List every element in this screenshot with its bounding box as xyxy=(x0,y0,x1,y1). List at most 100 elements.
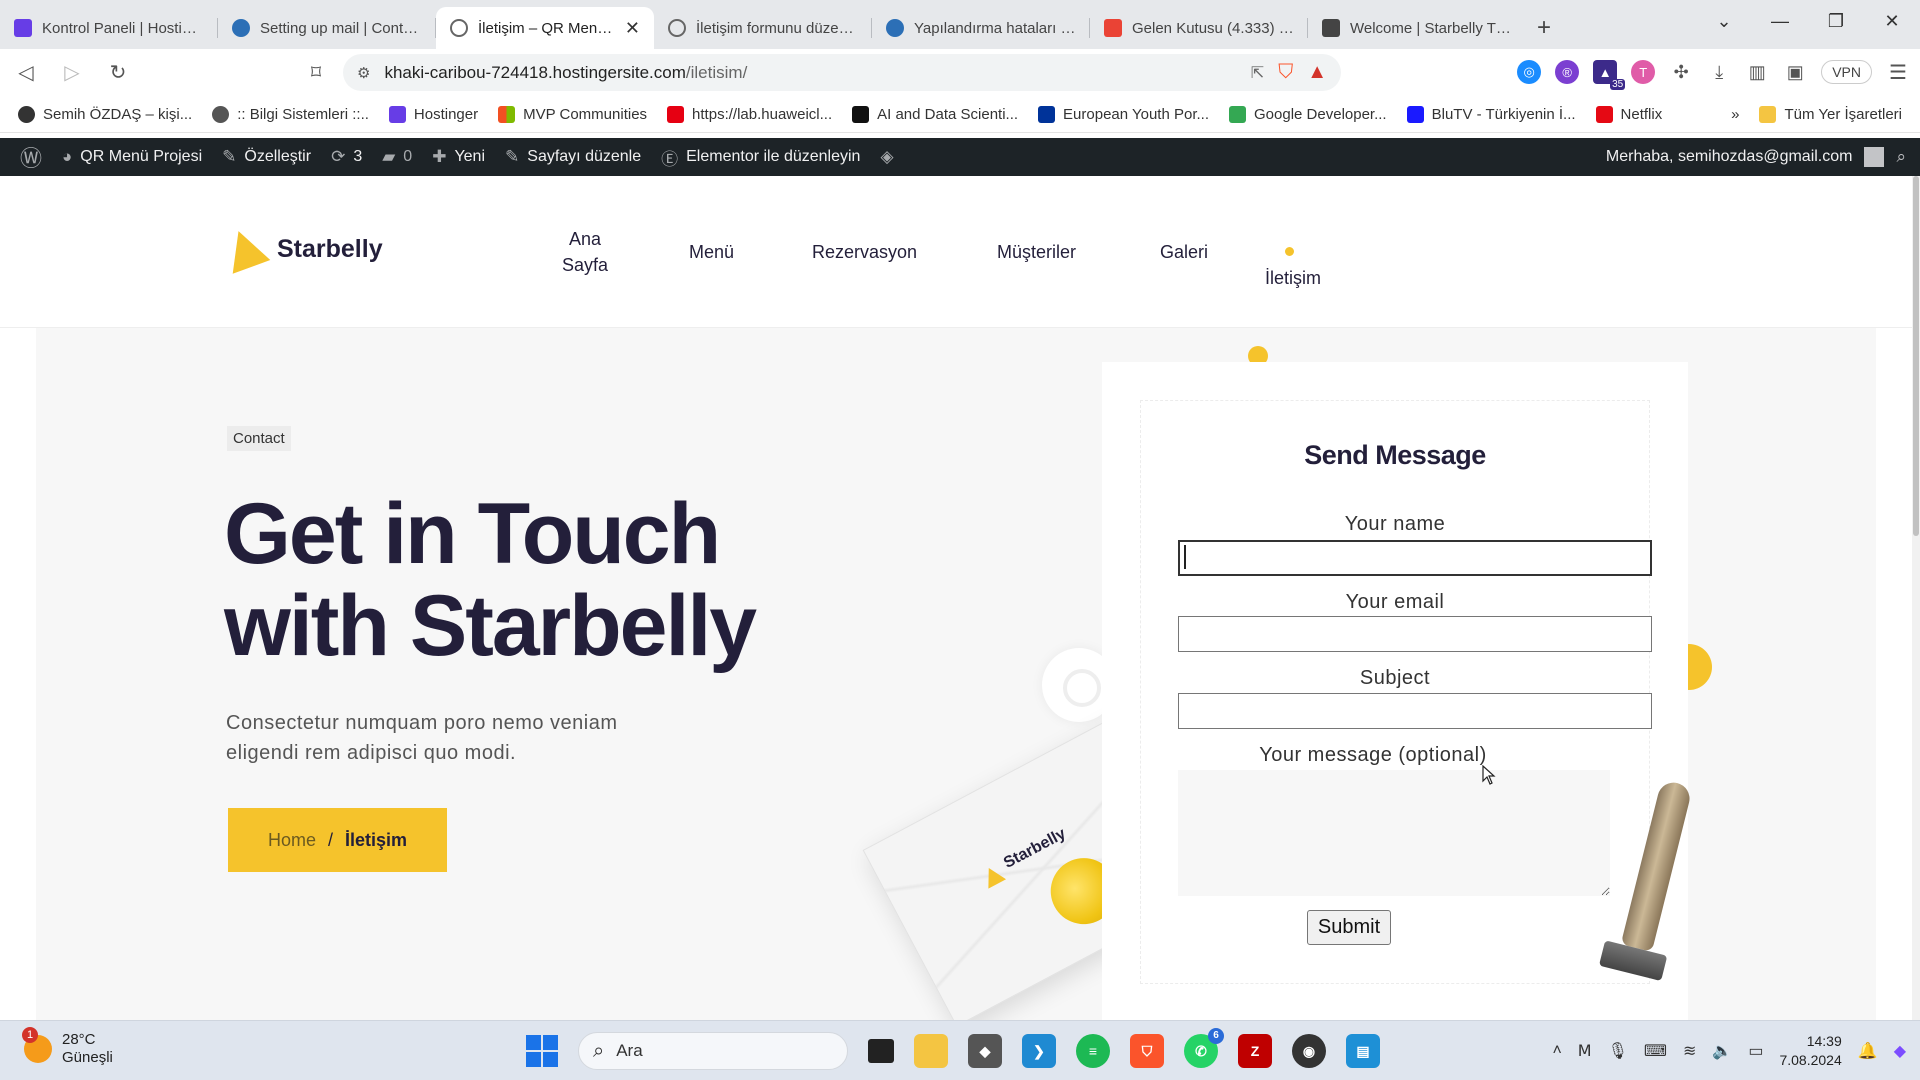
wallet-icon[interactable]: ▣ xyxy=(1783,60,1807,84)
wp-new-link[interactable]: ✚ Yeni xyxy=(422,147,495,167)
address-bar[interactable]: ⚙ khaki-caribou-724418.hostingersite.com… xyxy=(343,54,1341,91)
bookmark-item[interactable]: Google Developer... xyxy=(1229,105,1387,123)
download-icon[interactable]: ⤓ xyxy=(1707,60,1731,84)
message-textarea[interactable] xyxy=(1178,770,1610,896)
minimize-button[interactable]: — xyxy=(1752,11,1808,32)
file-explorer-icon[interactable] xyxy=(914,1034,948,1068)
vscode-icon[interactable]: ❯ xyxy=(1022,1034,1056,1068)
tray-app-icon[interactable]: Ⅿ xyxy=(1578,1041,1592,1061)
keyboard-icon[interactable]: ⌨ xyxy=(1644,1041,1667,1061)
bookmark-item[interactable]: Hostinger xyxy=(388,105,478,123)
notepad-icon[interactable]: ▤ xyxy=(1346,1034,1380,1068)
all-bookmarks-folder[interactable]: Tüm Yer İşaretleri xyxy=(1759,106,1902,123)
bookmark-item[interactable]: AI and Data Scienti... xyxy=(852,105,1018,123)
brave-rewards-icon[interactable]: ▲ xyxy=(1307,61,1327,84)
browser-tab[interactable]: Gelen Kutusu (4.333) - se xyxy=(1090,7,1308,49)
browser-tab[interactable]: Welcome | Starbelly Them xyxy=(1308,7,1526,49)
brave-shield-icon[interactable]: ⛉ xyxy=(1278,61,1293,84)
extension-icon[interactable]: ® xyxy=(1555,60,1580,84)
extension-icon[interactable]: ◎ xyxy=(1517,60,1542,84)
notification-icon[interactable]: 🔔 xyxy=(1858,1041,1878,1061)
menu-icon[interactable]: ☰ xyxy=(1886,60,1910,84)
brush-icon: ✎ xyxy=(222,147,237,166)
volume-icon[interactable]: 🔈 xyxy=(1712,1041,1732,1061)
url-text[interactable]: khaki-caribou-724418.hostingersite.com/i… xyxy=(384,63,1236,83)
wp-account[interactable]: Merhaba, semihozdas@gmail.com ⌕ xyxy=(1606,138,1920,176)
bookmark-item[interactable]: Semih ÖZDAŞ – kişi... xyxy=(18,105,192,123)
diamond-icon[interactable]: ◈ xyxy=(870,147,903,167)
clock[interactable]: 14:39 7.08.2024 xyxy=(1779,1032,1841,1070)
system-tray: ˄ Ⅿ 🎙 ⌨ ≋ 🔈 ▭ 14:39 7.08.2024 🔔 ◆ xyxy=(1552,1021,1920,1080)
browser-tab-active[interactable]: İletişim – QR Menü Projesi ✕ xyxy=(436,7,654,49)
copilot-icon[interactable]: ◆ xyxy=(1894,1041,1906,1061)
weather-widget[interactable]: 1 28°C Güneşli xyxy=(22,1027,113,1067)
email-input[interactable] xyxy=(1178,616,1652,652)
taskbar-search[interactable]: ⌕ Ara xyxy=(578,1032,848,1070)
scrollbar-thumb[interactable] xyxy=(1913,176,1919,536)
vpn-button[interactable]: VPN xyxy=(1821,60,1872,84)
wp-customize-link[interactable]: ✎ Özelleştir xyxy=(212,147,321,167)
bookmark-item[interactable]: BluTV - Türkiyenin İ... xyxy=(1406,105,1576,123)
extension-icon[interactable]: T xyxy=(1631,60,1656,84)
browser-tab[interactable]: Yapılandırma hataları nas xyxy=(872,7,1090,49)
bookmark-favicon xyxy=(1406,105,1424,123)
page-scrollbar[interactable] xyxy=(1912,176,1920,1020)
breadcrumb-home[interactable]: Home xyxy=(268,830,316,851)
bookmark-label: Google Developer... xyxy=(1254,105,1387,123)
sidebar-icon[interactable]: ▥ xyxy=(1745,60,1769,84)
whatsapp-icon[interactable]: ✆ 6 xyxy=(1184,1028,1224,1068)
virtualbox-icon[interactable]: ◆ xyxy=(968,1034,1002,1068)
subject-input[interactable] xyxy=(1178,693,1652,729)
wordpress-logo-icon[interactable]: Ⓦ xyxy=(10,141,52,173)
more-bookmarks-button[interactable]: » xyxy=(1731,106,1739,123)
wp-site-link[interactable]: ◕ QR Menü Projesi xyxy=(52,147,212,167)
maximize-button[interactable]: ❐ xyxy=(1808,11,1864,32)
browser-tab[interactable]: Kontrol Paneli | Hostinger xyxy=(0,7,218,49)
filezilla-icon[interactable]: Z xyxy=(1238,1034,1272,1068)
tab-search-icon[interactable]: ⌄ xyxy=(1696,11,1752,32)
nav-home[interactable]: Ana Sayfa xyxy=(552,226,618,278)
nav-customers[interactable]: Müşteriler xyxy=(997,239,1076,265)
nav-menu[interactable]: Menü xyxy=(689,239,734,265)
close-window-button[interactable]: ✕ xyxy=(1864,11,1920,32)
bookmark-item[interactable]: European Youth Por... xyxy=(1038,105,1209,123)
wp-edit-page-label: Sayfayı düzenle xyxy=(527,148,642,165)
bookmark-icon[interactable]: ⌑ xyxy=(296,60,336,85)
close-tab-icon[interactable]: ✕ xyxy=(625,18,640,39)
submit-button[interactable]: Submit xyxy=(1307,910,1391,945)
microphone-icon[interactable]: 🎙 xyxy=(1608,1041,1628,1061)
nav-contact-active[interactable]: İletişim xyxy=(1265,239,1321,291)
battery-icon[interactable]: ▭ xyxy=(1748,1041,1763,1061)
wifi-icon[interactable]: ≋ xyxy=(1683,1041,1696,1061)
site-logo[interactable]: Starbelly xyxy=(219,224,383,274)
chevron-up-icon[interactable]: ˄ xyxy=(1552,1042,1561,1060)
share-icon[interactable]: ⇱ xyxy=(1251,63,1264,83)
nav-gallery[interactable]: Galeri xyxy=(1160,239,1208,265)
wp-elementor-link[interactable]: Ⓔ Elementor ile düzenleyin xyxy=(651,145,870,170)
brave-icon[interactable]: ⛉ xyxy=(1130,1034,1164,1068)
wp-comments-link[interactable]: ▰ 0 xyxy=(372,147,422,167)
wp-edit-page-link[interactable]: ✎ Sayfayı düzenle xyxy=(495,147,651,167)
name-input[interactable] xyxy=(1178,540,1652,576)
new-tab-button[interactable]: + xyxy=(1526,7,1562,49)
extension-icon[interactable]: ▲ 35 xyxy=(1593,60,1626,90)
bookmark-item[interactable]: https://lab.huaweicl... xyxy=(667,105,832,123)
reload-icon[interactable]: ↻ xyxy=(98,60,138,85)
spotify-icon[interactable]: ≡ xyxy=(1076,1034,1110,1068)
bookmark-item[interactable]: Netflix xyxy=(1595,105,1662,123)
wp-updates-link[interactable]: ⟳ 3 xyxy=(321,147,372,167)
search-icon[interactable]: ⌕ xyxy=(1896,147,1906,167)
bookmark-item[interactable]: MVP Communities xyxy=(498,105,647,123)
browser-tab[interactable]: Setting up mail | Contact xyxy=(218,7,436,49)
puzzle-icon[interactable]: ✣ xyxy=(1669,60,1693,84)
windows-start-icon[interactable] xyxy=(526,1035,558,1067)
task-view-icon[interactable] xyxy=(868,1039,894,1063)
site-info-icon[interactable]: ⚙ xyxy=(357,64,370,82)
forward-icon[interactable]: ▷ xyxy=(52,60,92,85)
obs-icon[interactable]: ◉ xyxy=(1292,1034,1326,1068)
theme-icon xyxy=(1322,19,1340,37)
back-icon[interactable]: ◁ xyxy=(6,60,46,85)
nav-reservation[interactable]: Rezervasyon xyxy=(812,239,917,265)
bookmark-item[interactable]: :: Bilgi Sistemleri ::.. xyxy=(212,105,369,123)
browser-tab[interactable]: İletişim formunu düzenle xyxy=(654,7,872,49)
